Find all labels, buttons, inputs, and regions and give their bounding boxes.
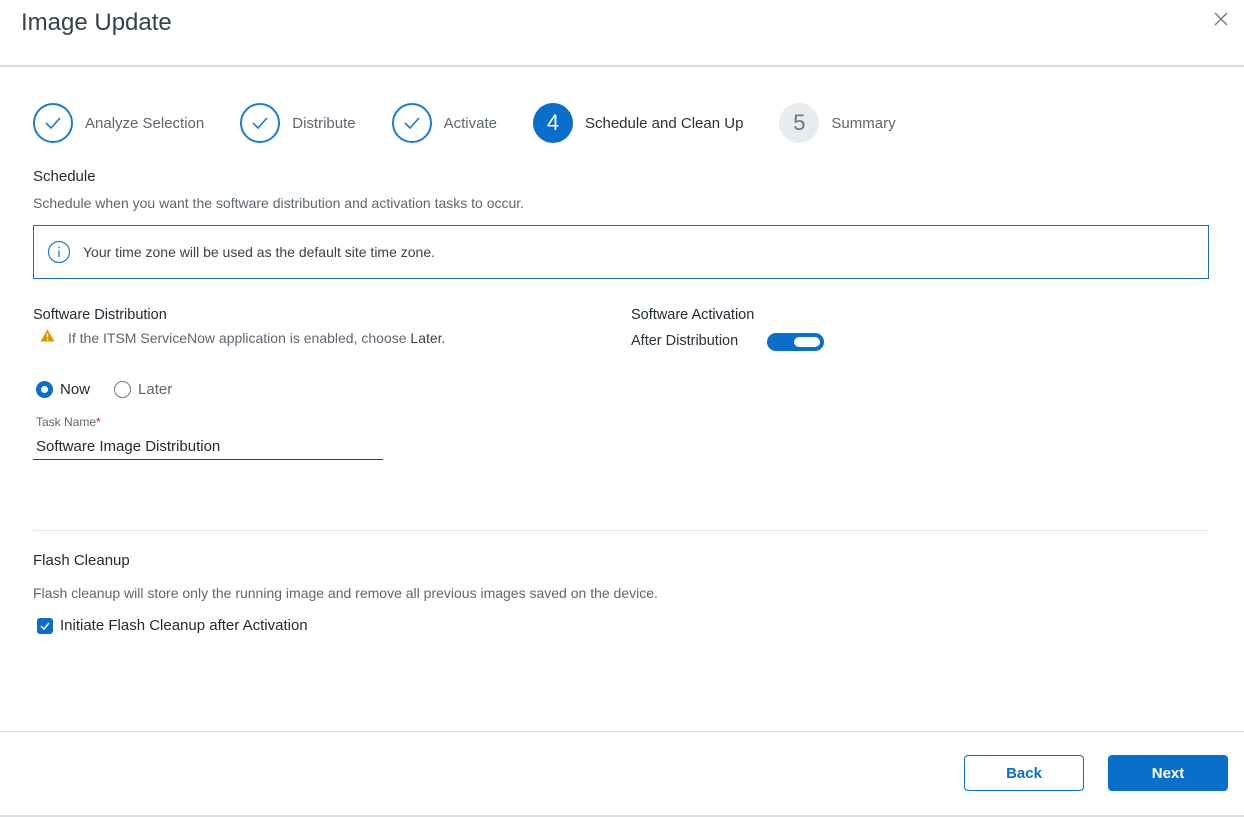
warning-emphasis: Later. (410, 330, 446, 346)
check-icon (240, 103, 281, 143)
step-activate[interactable]: Activate (391, 103, 497, 143)
warning-message: If the ITSM ServiceNow application is en… (68, 330, 446, 346)
radio-later[interactable]: Later (114, 381, 172, 398)
radio-label: Later (138, 381, 173, 398)
step-distribute[interactable]: Distribute (240, 103, 356, 143)
toggle-knob (794, 337, 820, 347)
step-schedule-and-clean-up[interactable]: 4 Schedule and Clean Up (532, 103, 744, 143)
dialog-header: Image Update (0, 0, 1244, 67)
back-button[interactable]: Back (964, 755, 1084, 791)
radio-now[interactable]: Now (36, 381, 90, 398)
check-icon (391, 103, 432, 143)
task-name-input[interactable] (33, 433, 383, 460)
step-number: 4 (532, 103, 573, 143)
task-name-label: Task Name* (36, 415, 101, 429)
software-distribution-title: Software Distribution (33, 307, 167, 323)
section-divider (33, 530, 1209, 531)
check-icon (33, 103, 73, 143)
step-number: 5 (779, 103, 820, 143)
flash-cleanup-title: Flash Cleanup (33, 552, 130, 569)
next-button[interactable]: Next (1108, 755, 1228, 791)
step-label: Distribute (292, 114, 356, 132)
after-distribution-label: After Distribution (631, 333, 739, 349)
close-icon[interactable] (1212, 10, 1230, 28)
itsm-warning: If the ITSM ServiceNow application is en… (40, 329, 445, 347)
step-label: Activate (443, 114, 497, 132)
required-mark: * (96, 415, 101, 429)
footer-divider (0, 731, 1244, 732)
radio-label: Now (60, 381, 91, 398)
software-activation-title: Software Activation (631, 307, 755, 323)
checkbox-label: Initiate Flash Cleanup after Activation (60, 617, 308, 634)
schedule-title: Schedule (33, 168, 96, 185)
check-icon (37, 617, 53, 634)
warning-icon (40, 329, 55, 347)
after-distribution-toggle[interactable] (767, 333, 824, 351)
distribution-timing-radios: Now Later (36, 381, 196, 398)
info-message: Your time zone will be used as the defau… (83, 244, 436, 260)
step-label: Schedule and Clean Up (584, 114, 744, 132)
schedule-description: Schedule when you want the software dist… (33, 195, 525, 211)
step-analyze-selection[interactable]: Analyze Selection (33, 103, 204, 143)
info-icon (47, 240, 71, 264)
flash-cleanup-description: Flash cleanup will store only the runnin… (33, 585, 658, 601)
step-label: Summary (831, 114, 896, 132)
wizard-stepper: Analyze Selection Distribute Activate 4 … (33, 102, 932, 144)
step-label: Analyze Selection (85, 114, 205, 132)
info-banner: Your time zone will be used as the defau… (33, 225, 1209, 279)
radio-indicator (36, 381, 53, 398)
radio-indicator (114, 381, 132, 398)
step-summary[interactable]: 5 Summary (779, 103, 896, 143)
dialog-title: Image Update (21, 9, 172, 36)
flash-cleanup-checkbox[interactable]: Initiate Flash Cleanup after Activation (37, 617, 308, 634)
